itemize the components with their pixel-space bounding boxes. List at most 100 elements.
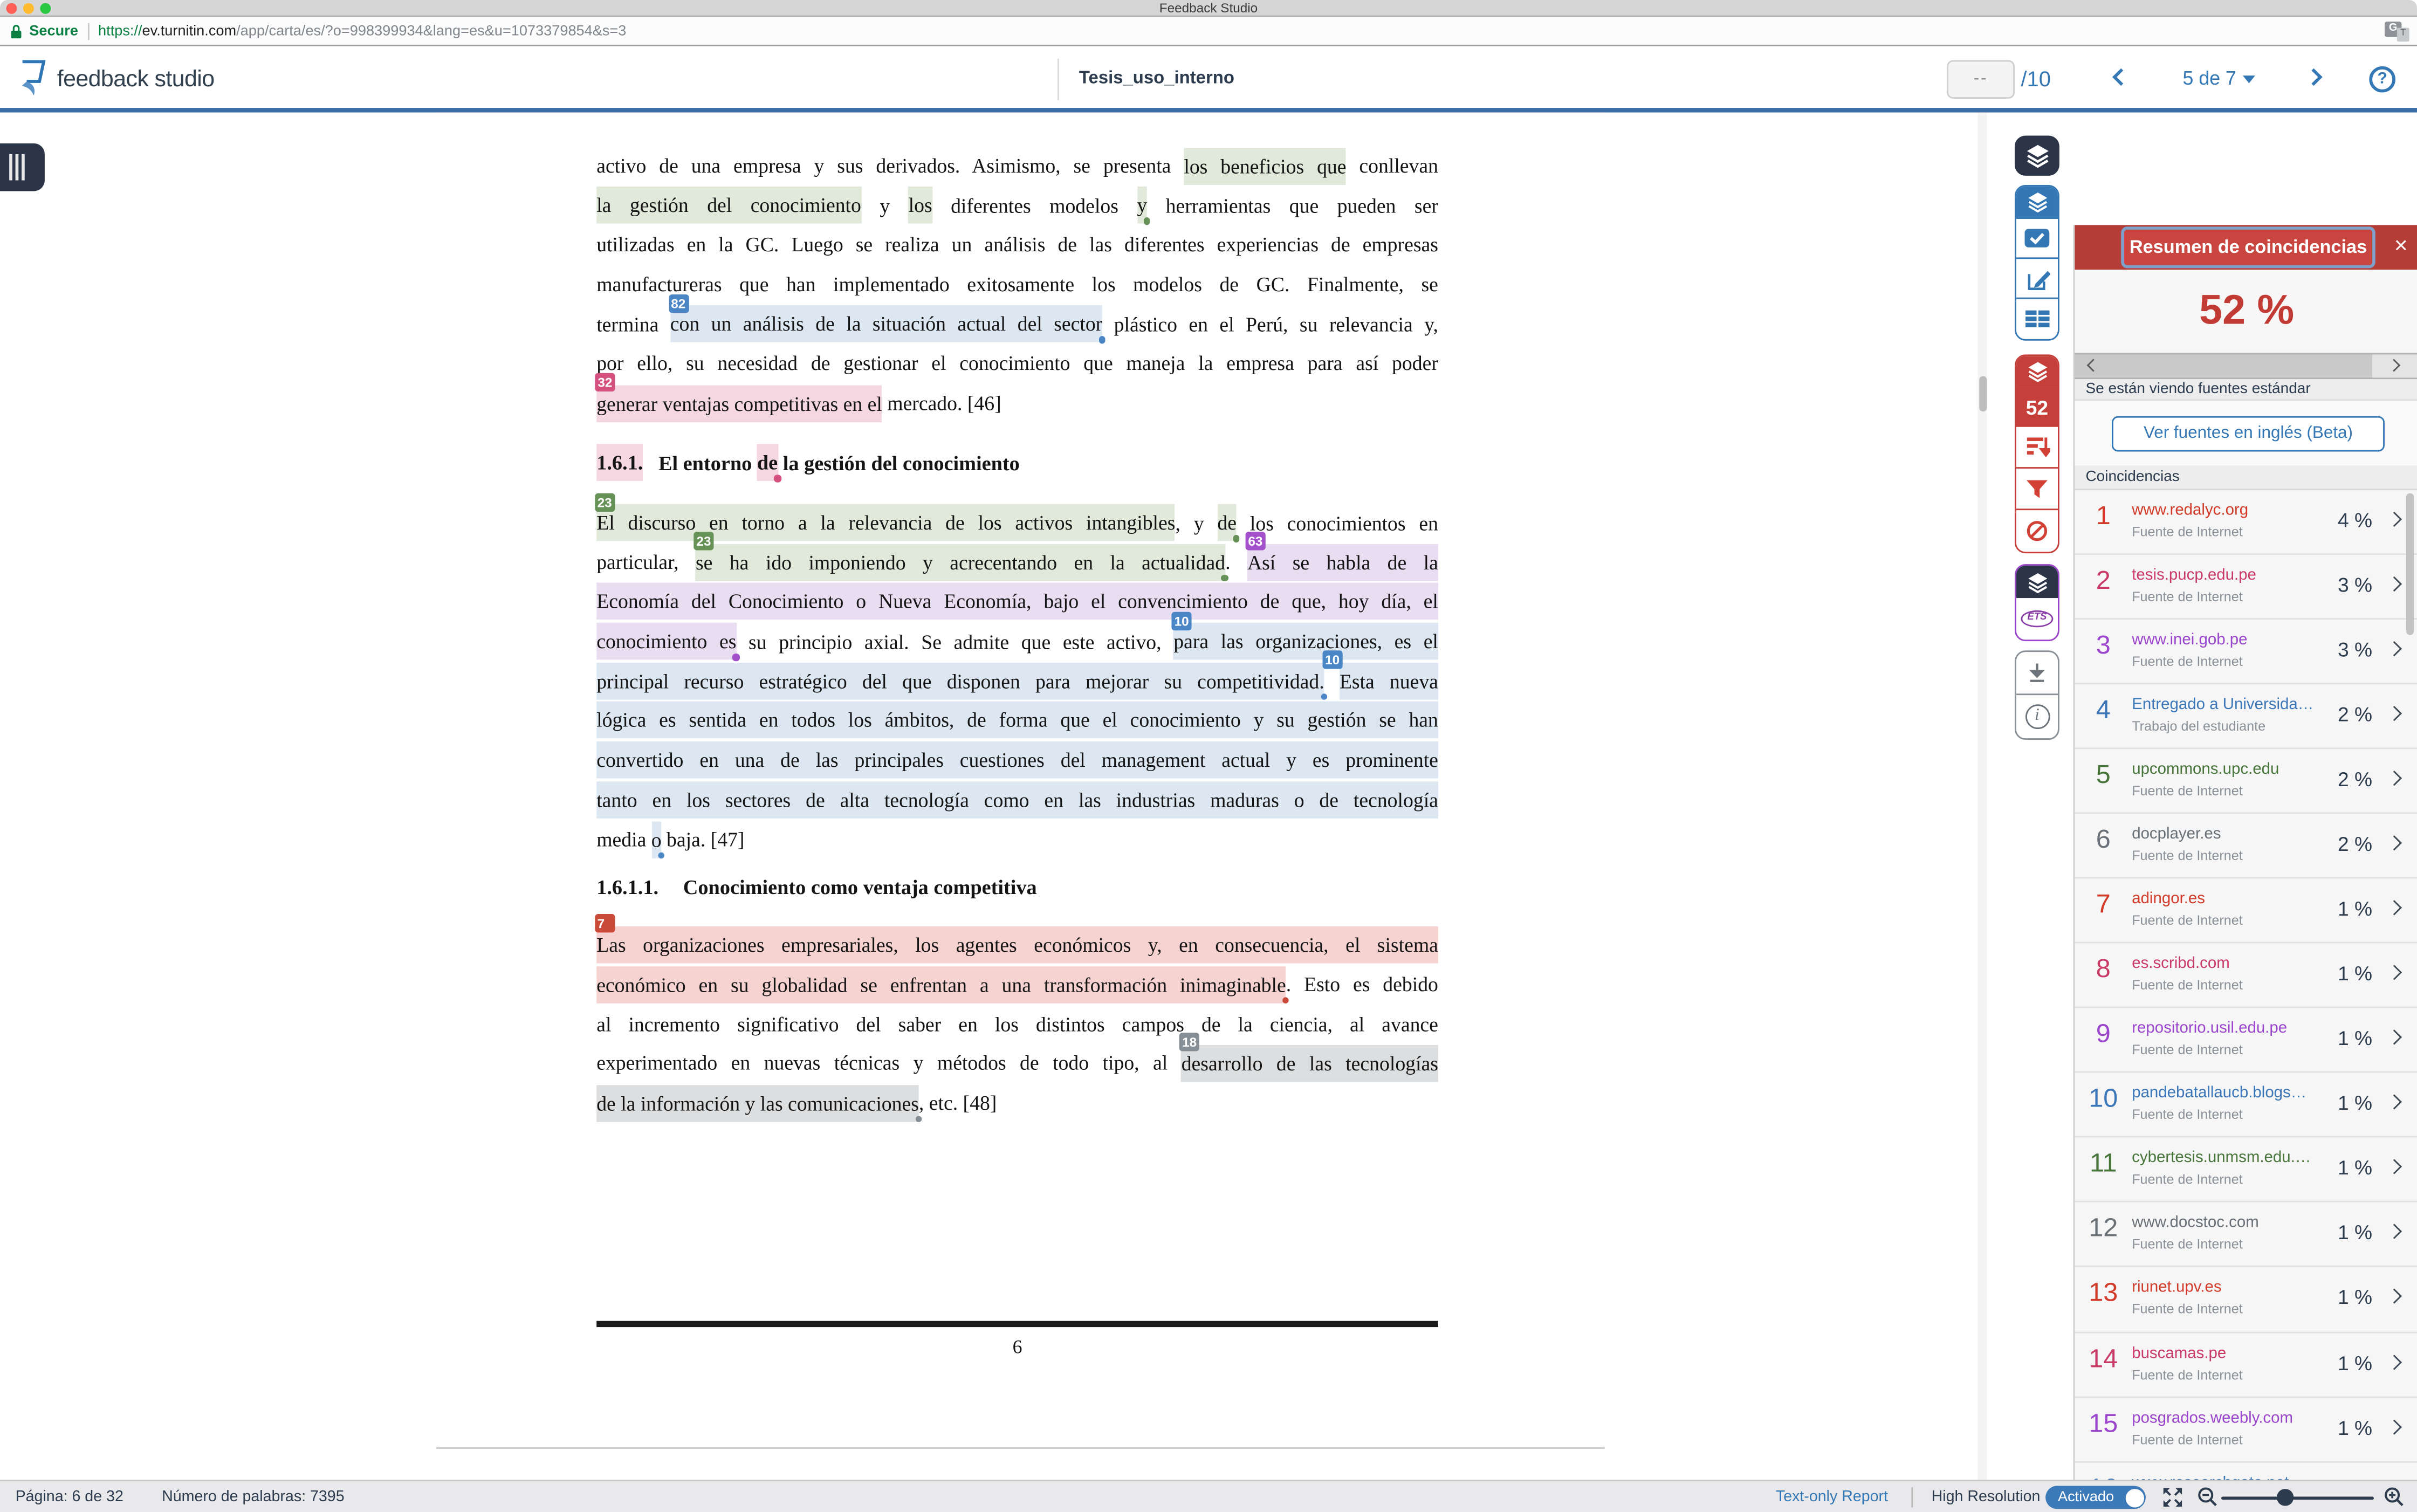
highlighted-match-text[interactable]: los: [909, 187, 932, 224]
chevron-right-icon[interactable]: [2386, 1031, 2400, 1045]
source-name[interactable]: riunet.upv.es: [2132, 1280, 2221, 1297]
highlighted-match-text[interactable]: tanto en los sectores de alta tecnología…: [596, 781, 1438, 819]
highlighted-match-text[interactable]: desarrollo de las tecnologías: [1182, 1045, 1438, 1082]
highlighted-match-text[interactable]: conocimiento es: [596, 623, 736, 660]
info-button[interactable]: i: [2016, 695, 2058, 738]
ets-layer-button[interactable]: [2016, 566, 2058, 598]
source-row[interactable]: 1www.redalyc.orgFuente de Internet4 %: [2075, 490, 2417, 554]
source-row[interactable]: 15posgrados.weebly.comFuente de Internet…: [2075, 1397, 2417, 1462]
source-name[interactable]: posgrados.weebly.com: [2132, 1410, 2293, 1426]
highlighted-match-text[interactable]: para las organizaciones, es el: [1173, 623, 1438, 660]
chevron-right-icon[interactable]: [2386, 1355, 2400, 1369]
source-name[interactable]: www.redalyc.org: [2132, 501, 2248, 518]
source-name[interactable]: tesis.pucp.edu.pe: [2132, 567, 2256, 583]
chevron-right-icon[interactable]: [2386, 1420, 2400, 1434]
grade-box[interactable]: --: [1947, 60, 2015, 98]
source-name[interactable]: es.scribd.com: [2132, 956, 2230, 972]
zoom-in-icon[interactable]: [2383, 1486, 2405, 1508]
source-name[interactable]: cybertesis.unmsm.edu.…: [2132, 1150, 2311, 1167]
highlighted-match-text[interactable]: principal recurso estratégico del que di…: [596, 662, 1324, 699]
source-row[interactable]: 2tesis.pucp.edu.peFuente de Internet3 %: [2075, 554, 2417, 619]
chevron-right-icon[interactable]: [2386, 1225, 2400, 1239]
fullscreen-icon[interactable]: [2161, 1486, 2185, 1509]
quickmarks-button[interactable]: [2016, 219, 2058, 259]
prev-page-button[interactable]: [2112, 68, 2130, 86]
highlighted-match-text[interactable]: Las organizaciones empresariales, los ag…: [596, 926, 1438, 964]
comment-button[interactable]: [2016, 259, 2058, 299]
source-name[interactable]: www.docstoc.com: [2132, 1215, 2259, 1232]
source-name[interactable]: upcommons.upc.edu: [2132, 761, 2279, 778]
source-row[interactable]: 3www.inei.gob.peFuente de Internet3 %: [2075, 619, 2417, 684]
ets-button[interactable]: ETS: [2016, 598, 2058, 640]
panel-title[interactable]: Resumen de coincidencias: [2124, 229, 2372, 265]
sidebar-scrollbar-thumb[interactable]: [2406, 493, 2414, 635]
chevron-right-icon[interactable]: [2386, 512, 2400, 526]
source-name[interactable]: pandebatallaucb.blogs…: [2132, 1085, 2306, 1102]
pager-next-button[interactable]: [2372, 354, 2417, 377]
source-name[interactable]: adingor.es: [2132, 891, 2205, 908]
filter-button[interactable]: [2016, 469, 2058, 510]
zoom-slider-knob[interactable]: [2277, 1489, 2294, 1506]
chevron-right-icon[interactable]: [2386, 577, 2400, 591]
source-row[interactable]: 4Entregado a Universida…Trabajo del estu…: [2075, 684, 2417, 748]
chevron-right-icon[interactable]: [2386, 1096, 2400, 1110]
pager-prev-icon[interactable]: [2087, 359, 2100, 372]
browser-address-bar[interactable]: Secure https://ev.turnitin.com/app/carta…: [0, 17, 2417, 46]
highlighted-match-text[interactable]: Esta nueva: [1340, 662, 1438, 699]
chevron-right-icon[interactable]: [2386, 706, 2400, 720]
source-row[interactable]: 5upcommons.upc.eduFuente de Internet2 %: [2075, 749, 2417, 814]
similarity-score-button[interactable]: 52: [2016, 387, 2058, 427]
source-name[interactable]: buscamas.pe: [2132, 1345, 2226, 1362]
highlighted-match-text[interactable]: El discurso en torno a la relevancia de …: [596, 504, 1175, 541]
document-scrollbar-thumb[interactable]: [1979, 376, 1986, 411]
highlighted-match-text[interactable]: 1.6.1.: [596, 444, 643, 482]
source-row[interactable]: 9repositorio.usil.edu.peFuente de Intern…: [2075, 1008, 2417, 1073]
highlighted-match-text[interactable]: con un análisis de la situación actual d…: [670, 306, 1102, 343]
chevron-right-icon[interactable]: [2386, 901, 2400, 915]
source-row[interactable]: 6docplayer.esFuente de Internet2 %: [2075, 814, 2417, 878]
highlighted-match-text[interactable]: se ha ido imponiendo y acrecentando en l…: [696, 544, 1225, 581]
document-scrollbar-track[interactable]: [1977, 113, 1987, 1480]
close-icon[interactable]: ×: [2394, 225, 2408, 269]
source-row[interactable]: 13riunet.upv.esFuente de Internet1 %: [2075, 1268, 2417, 1332]
highlighted-match-text[interactable]: Economía del Conocimiento o Nueva Econom…: [596, 583, 1438, 621]
thumbnail-panel-toggle[interactable]: [0, 143, 45, 191]
highlighted-match-text[interactable]: económico en su globalidad se enfrentan …: [596, 966, 1286, 1003]
highlighted-match-text[interactable]: los beneficios que: [1184, 147, 1346, 184]
help-button[interactable]: ?: [2369, 66, 2395, 93]
url-text[interactable]: https://ev.turnitin.com/app/carta/es/?o=…: [98, 23, 626, 40]
chevron-right-icon[interactable]: [2386, 642, 2400, 656]
excluded-sources-button[interactable]: [2016, 510, 2058, 552]
source-row[interactable]: 7adingor.esFuente de Internet1 %: [2075, 878, 2417, 943]
grademark-layer-button[interactable]: [2016, 187, 2058, 219]
source-name[interactable]: repositorio.usil.edu.pe: [2132, 1021, 2287, 1037]
high-resolution-toggle[interactable]: Activado: [2045, 1486, 2146, 1509]
chevron-right-icon[interactable]: [2386, 1290, 2400, 1304]
highlighted-match-text[interactable]: la gestión del conocimiento: [596, 187, 861, 224]
next-page-button[interactable]: [2305, 68, 2322, 86]
zoom-slider-track[interactable]: [2221, 1496, 2374, 1500]
source-name[interactable]: docplayer.es: [2132, 826, 2221, 843]
source-row[interactable]: 11cybertesis.unmsm.edu.…Fuente de Intern…: [2075, 1138, 2417, 1202]
highlighted-match-text[interactable]: Así se habla de la: [1247, 544, 1438, 581]
rubric-button[interactable]: [2016, 299, 2058, 339]
view-english-sources-button[interactable]: Ver fuentes en inglés (Beta): [2112, 415, 2385, 451]
source-row[interactable]: 10pandebatallaucb.blogs…Fuente de Intern…: [2075, 1073, 2417, 1138]
source-name[interactable]: www.inei.gob.pe: [2132, 631, 2247, 648]
chevron-right-icon[interactable]: [2386, 772, 2400, 786]
layers-all-button[interactable]: [2015, 136, 2059, 176]
download-button[interactable]: [2016, 652, 2058, 695]
source-row[interactable]: 8es.scribd.comFuente de Internet1 %: [2075, 943, 2417, 1008]
match-overview-button[interactable]: [2016, 427, 2058, 469]
highlighted-match-text[interactable]: generar ventajas competitivas en el: [596, 385, 882, 422]
chevron-right-icon[interactable]: [2386, 836, 2400, 850]
source-row[interactable]: 12www.docstoc.comFuente de Internet1 %: [2075, 1203, 2417, 1268]
translate-icon[interactable]: GT: [2385, 21, 2409, 41]
text-only-report-link[interactable]: Text-only Report: [1776, 1481, 1888, 1512]
page-navigator[interactable]: 5 de 7: [2183, 46, 2255, 113]
similarity-layer-button[interactable]: [2016, 356, 2058, 387]
highlighted-match-text[interactable]: convertido en una de las principales cue…: [596, 741, 1438, 779]
source-row[interactable]: 14buscamas.peFuente de Internet1 %: [2075, 1332, 2417, 1397]
zoom-out-icon[interactable]: [2196, 1486, 2218, 1508]
chevron-right-icon[interactable]: [2386, 1160, 2400, 1174]
